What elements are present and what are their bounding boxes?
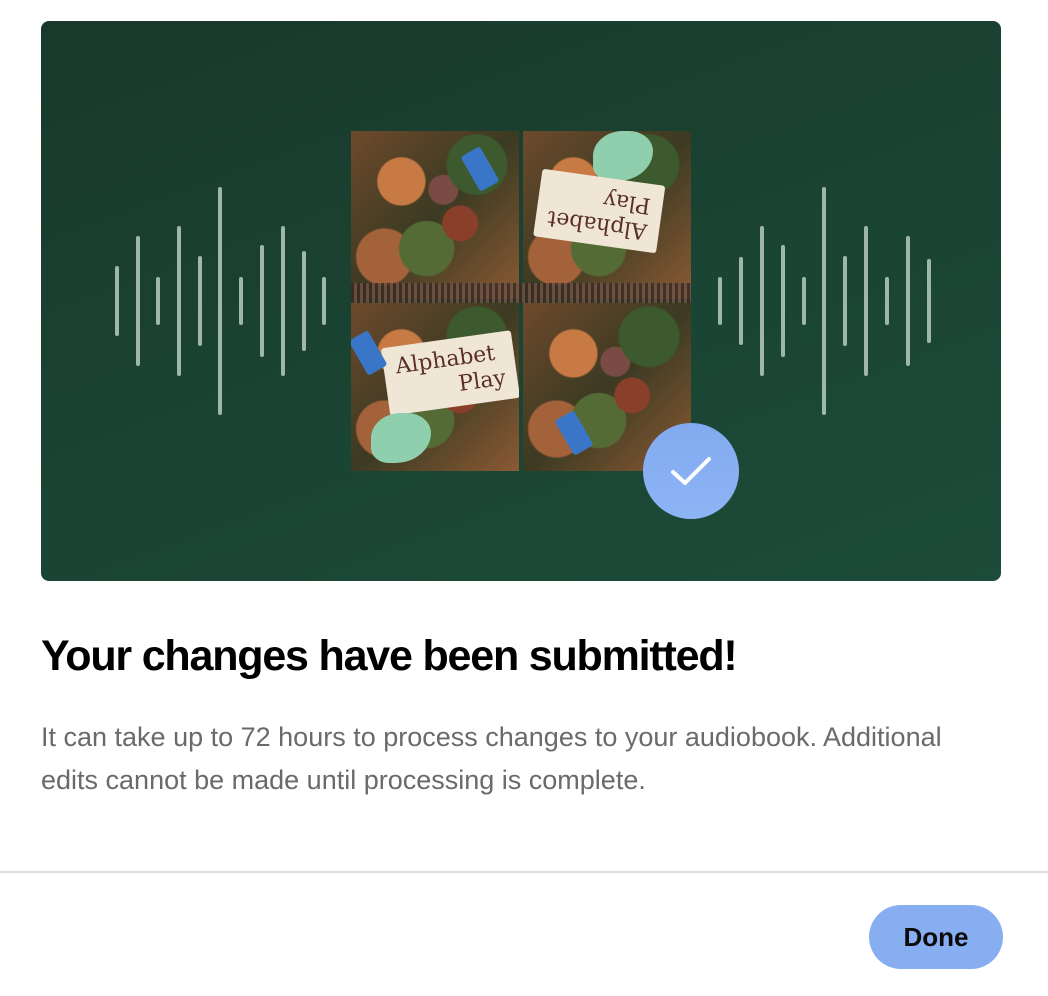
waveform-bar: [760, 226, 764, 376]
waveform-bar: [136, 236, 140, 366]
waveform-bar: [281, 226, 285, 376]
waveform-bar: [739, 257, 743, 345]
done-button[interactable]: Done: [869, 905, 1003, 969]
waveform-bar: [843, 256, 847, 346]
waveform-bar: [927, 259, 931, 343]
dialog-title: Your changes have been submitted!: [41, 632, 738, 680]
waveform-bar: [822, 187, 826, 415]
waveform-bar: [218, 187, 222, 415]
waveform-bar: [198, 256, 202, 346]
waveform-bar: [239, 277, 243, 325]
cover-tile: Alphabet Play: [351, 303, 519, 471]
waveform-bar: [864, 226, 868, 376]
waveform-bar: [781, 245, 785, 357]
cover-tile: [351, 131, 519, 299]
waveform-bar: [177, 226, 181, 376]
waveform-bar: [322, 277, 326, 325]
audiobook-cover: Alphabet Play Alphabet Play: [351, 131, 691, 471]
waveform-bar: [906, 236, 910, 366]
waveform-bar: [885, 277, 889, 325]
waveform-bar: [115, 266, 119, 336]
waveform-bar: [302, 251, 306, 351]
footer-divider: [0, 871, 1048, 873]
checkmark-icon: [643, 423, 739, 519]
waveform-bar: [260, 245, 264, 357]
waveform-bar: [718, 277, 722, 325]
waveform-bar: [156, 277, 160, 325]
dialog-description: It can take up to 72 hours to process ch…: [41, 722, 942, 795]
hero-banner: Alphabet Play Alphabet Play: [41, 21, 1001, 581]
waveform-bar: [802, 277, 806, 325]
cover-tile: Alphabet Play: [523, 131, 691, 299]
